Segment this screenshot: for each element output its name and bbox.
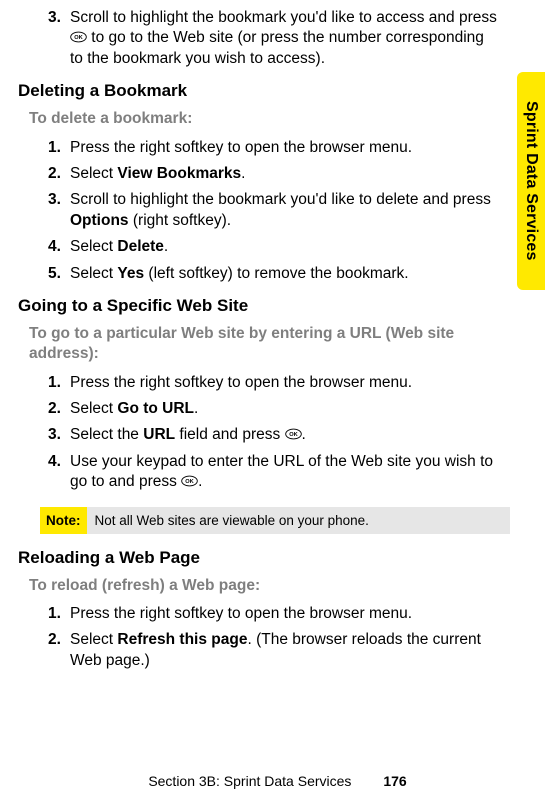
- step-text: Scroll to highlight the bookmark you'd l…: [70, 190, 501, 231]
- side-tab: Sprint Data Services: [517, 72, 545, 290]
- list-item: 5.Select Yes (left softkey) to remove th…: [48, 264, 501, 284]
- list-item: 4.Select Delete.: [48, 237, 501, 257]
- subheading: To reload (refresh) a Web page:: [29, 576, 511, 596]
- list-item: 3.Scroll to highlight the bookmark you'd…: [48, 190, 501, 231]
- list-item: 2.Select Refresh this page. (The browser…: [48, 630, 501, 671]
- list-item: 1.Press the right softkey to open the br…: [48, 604, 501, 624]
- step-number: 3.: [48, 425, 70, 445]
- ok-icon: [285, 428, 302, 440]
- step-text: Use your keypad to enter the URL of the …: [70, 452, 501, 493]
- step-text: Press the right softkey to open the brow…: [70, 604, 501, 624]
- step-text: Select Yes (left softkey) to remove the …: [70, 264, 501, 284]
- list-item: 1.Press the right softkey to open the br…: [48, 138, 501, 158]
- note-box: Note: Not all Web sites are viewable on …: [40, 507, 510, 534]
- s1-steps: 1.Press the right softkey to open the br…: [18, 138, 511, 285]
- list-item: 3.Select the URL field and press .: [48, 425, 501, 445]
- list-item: 2.Select Go to URL.: [48, 399, 501, 419]
- step-text: Scroll to highlight the bookmark you'd l…: [70, 8, 501, 69]
- step-text: Select Go to URL.: [70, 399, 501, 419]
- intro-step-list: 3. Scroll to highlight the bookmark you'…: [18, 8, 511, 69]
- step-number: 1.: [48, 138, 70, 158]
- step-number: 1.: [48, 604, 70, 624]
- step-number: 4.: [48, 452, 70, 493]
- note-text: Not all Web sites are viewable on your p…: [87, 507, 511, 534]
- subheading: To delete a bookmark:: [29, 109, 511, 129]
- page-content: 3. Scroll to highlight the bookmark you'…: [0, 0, 555, 671]
- step-text: Select Refresh this page. (The browser r…: [70, 630, 501, 671]
- step-number: 4.: [48, 237, 70, 257]
- list-item: 1.Press the right softkey to open the br…: [48, 373, 501, 393]
- list-item: 4.Use your keypad to enter the URL of th…: [48, 452, 501, 493]
- footer-section: Section 3B: Sprint Data Services: [148, 773, 351, 789]
- step-text: Select Delete.: [70, 237, 501, 257]
- s2-steps: 1.Press the right softkey to open the br…: [18, 373, 511, 493]
- step-text: Press the right softkey to open the brow…: [70, 138, 501, 158]
- page-footer: Section 3B: Sprint Data Services 176: [0, 773, 555, 789]
- step-text: Press the right softkey to open the brow…: [70, 373, 501, 393]
- step-number: 3.: [48, 190, 70, 231]
- side-tab-label: Sprint Data Services: [522, 101, 540, 261]
- step-number: 5.: [48, 264, 70, 284]
- heading-deleting-bookmark: Deleting a Bookmark: [18, 81, 511, 101]
- step-number: 2.: [48, 164, 70, 184]
- note-label: Note:: [40, 507, 87, 534]
- step-number: 1.: [48, 373, 70, 393]
- list-item: 2.Select View Bookmarks.: [48, 164, 501, 184]
- heading-going-to-site: Going to a Specific Web Site: [18, 296, 511, 316]
- step-text: Select the URL field and press .: [70, 425, 501, 445]
- s3-steps: 1.Press the right softkey to open the br…: [18, 604, 511, 671]
- subheading: To go to a particular Web site by enteri…: [29, 324, 511, 364]
- list-item: 3. Scroll to highlight the bookmark you'…: [48, 8, 501, 69]
- ok-icon: [70, 31, 87, 43]
- heading-reloading: Reloading a Web Page: [18, 548, 511, 568]
- step-text: Select View Bookmarks.: [70, 164, 501, 184]
- step-number: 2.: [48, 630, 70, 671]
- ok-icon: [181, 475, 198, 487]
- step-number: 2.: [48, 399, 70, 419]
- step-number: 3.: [48, 8, 70, 69]
- footer-page-number: 176: [383, 773, 406, 789]
